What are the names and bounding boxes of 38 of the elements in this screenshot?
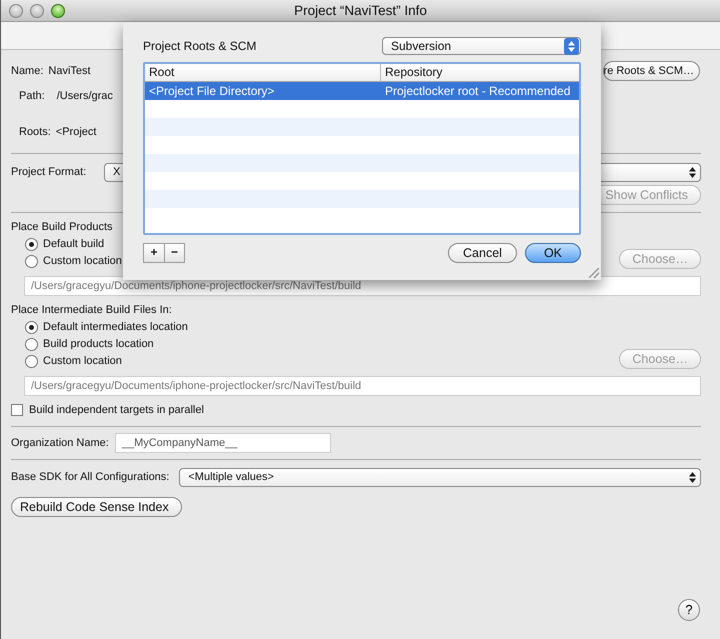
- close-icon[interactable]: [9, 4, 23, 18]
- window-title: Project “NaviTest” Info: [294, 2, 427, 20]
- sheet-title: Project Roots & SCM: [143, 38, 256, 55]
- radio-option[interactable]: Custom location: [25, 353, 122, 370]
- help-button[interactable]: ?: [678, 599, 700, 621]
- roots-value: <Project: [56, 124, 96, 140]
- path-value: /Users/grac: [56, 88, 113, 104]
- roots-scm-button[interactable]: re Roots & SCM…: [602, 61, 700, 81]
- cancel-button[interactable]: Cancel: [448, 243, 517, 263]
- stepper-arrows-icon: [564, 38, 579, 54]
- project-format-label: Project Format:: [11, 164, 88, 180]
- name-value: NaviTest: [48, 64, 91, 79]
- radio-option[interactable]: Default intermediates location: [25, 319, 188, 336]
- ok-button[interactable]: OK: [524, 243, 581, 263]
- base-sdk-popup[interactable]: <Multiple values>: [179, 468, 701, 486]
- table-row[interactable]: <Project File Directory> Projectlocker root - Recommended: [145, 82, 579, 100]
- organization-field[interactable]: __MyCompanyName__: [114, 433, 331, 453]
- scm-popup[interactable]: Subversion: [382, 37, 581, 55]
- column-header[interactable]: Root: [145, 64, 381, 81]
- stepper-arrows-icon: [689, 472, 696, 482]
- organization-label: Organization Name:: [11, 436, 109, 451]
- path-label: Path:: [19, 88, 45, 104]
- column-header[interactable]: Repository: [381, 64, 579, 81]
- minimize-icon[interactable]: [30, 4, 44, 18]
- rebuild-index-button[interactable]: Rebuild Code Sense Index: [11, 497, 182, 517]
- roots-label: Roots:: [19, 124, 51, 140]
- section-heading: Place Intermediate Build Files In:: [11, 303, 172, 318]
- section-heading: Place Build Products: [11, 220, 112, 236]
- name-label: Name:: [11, 64, 44, 79]
- radio-option[interactable]: Build products location: [25, 336, 154, 353]
- remove-button[interactable]: −: [164, 244, 184, 262]
- zoom-icon[interactable]: [51, 4, 65, 18]
- radio-option[interactable]: Custom location: [25, 253, 122, 270]
- parallel-checkbox[interactable]: Build independent targets in parallel: [11, 402, 204, 418]
- add-button[interactable]: +: [144, 244, 164, 262]
- radio-option[interactable]: Default build: [25, 236, 104, 253]
- stepper-arrows-icon: [689, 166, 696, 178]
- base-sdk-label: Base SDK for All Configurations:: [11, 470, 170, 485]
